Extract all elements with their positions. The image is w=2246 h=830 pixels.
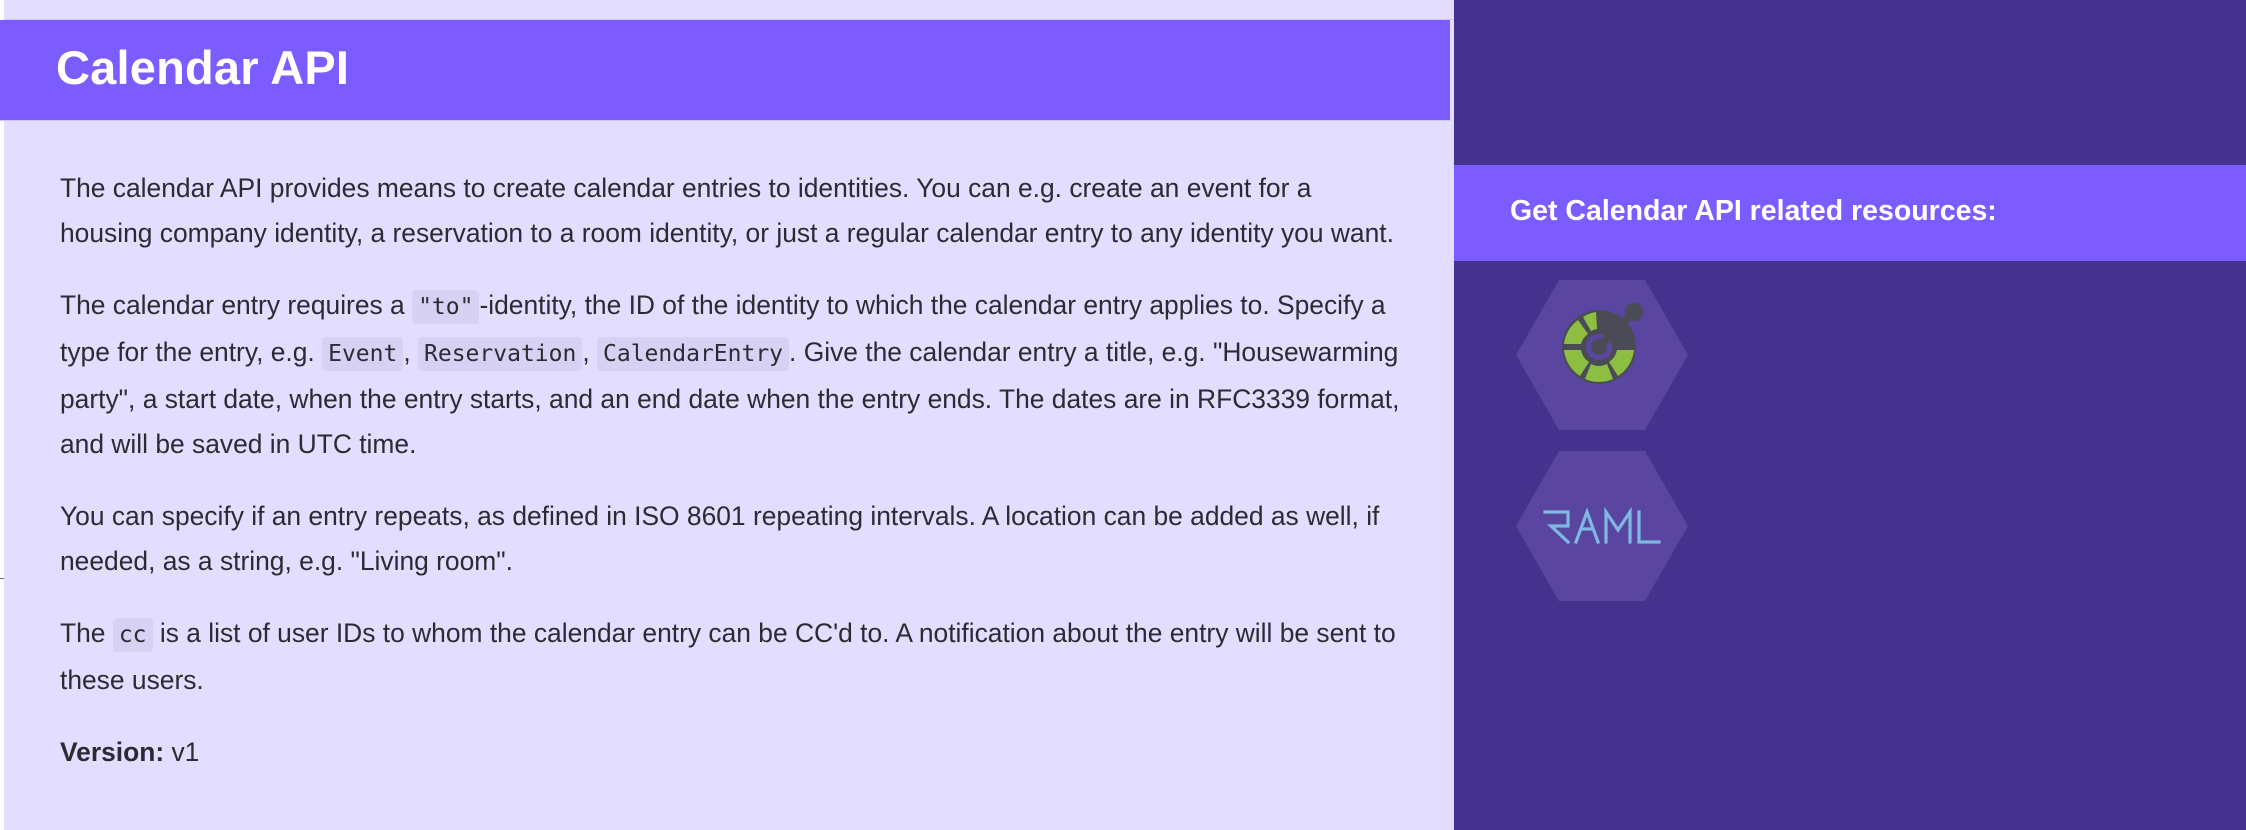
sidebar-header: Get Calendar API related resources: — [1454, 165, 2246, 261]
version-value: v1 — [164, 737, 200, 767]
intro-paragraph: The calendar API provides means to creat… — [60, 173, 1394, 248]
api-description: The calendar API provides means to creat… — [60, 166, 1410, 802]
code-to: "to" — [412, 290, 480, 324]
code-cc: cc — [112, 618, 153, 652]
main-content-area: The calendar API provides means to creat… — [4, 0, 1454, 830]
repeat-paragraph: You can specify if an entry repeats, as … — [60, 501, 1380, 576]
resources-sidebar: Get Calendar API related resources: — [1454, 0, 2246, 830]
top-strip — [4, 0, 1454, 20]
swagger-icon — [1516, 280, 1688, 430]
raml-resource-link[interactable] — [1516, 451, 1688, 601]
code-calendarentry: CalendarEntry — [597, 337, 790, 371]
version-label: Version: — [60, 737, 165, 767]
page-title-bar: Calendar API — [0, 20, 1450, 121]
to-identity-paragraph: The calendar entry requires a "to" -ident… — [60, 290, 1400, 459]
sidebar-title: Get Calendar API related resources: — [1510, 195, 1997, 227]
raml-icon — [1516, 451, 1688, 601]
swagger-resource-link[interactable] — [1516, 280, 1688, 430]
cc-paragraph: The cc is a list of user IDs to whom the… — [60, 618, 1396, 695]
edge-tick — [0, 578, 4, 579]
page-title: Calendar API — [56, 41, 350, 94]
version-line: Version: v1 — [60, 730, 1410, 775]
code-event: Event — [322, 337, 404, 371]
code-reservation: Reservation — [418, 337, 583, 371]
